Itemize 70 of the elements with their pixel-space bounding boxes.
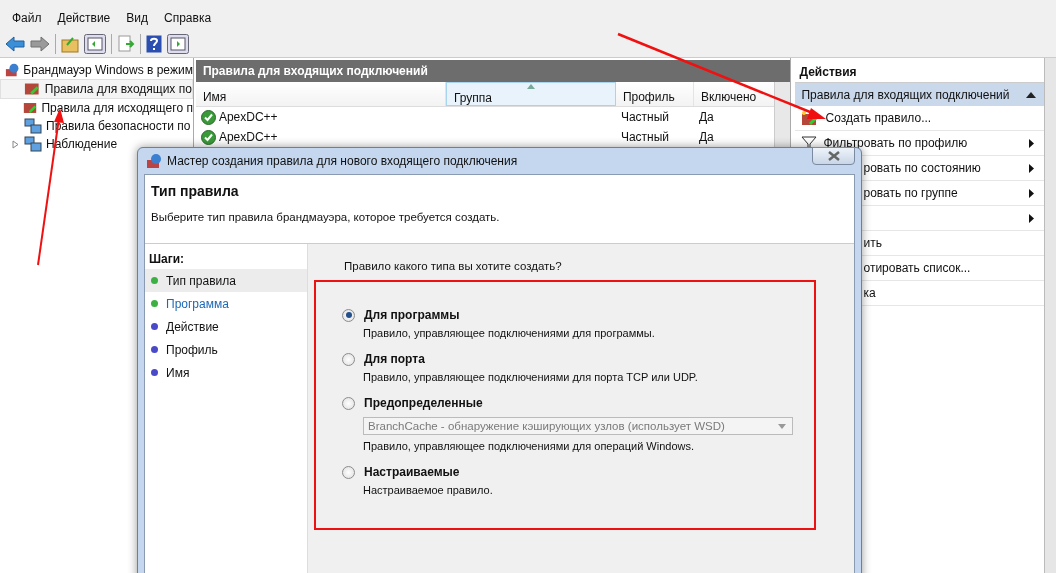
option-description: Правило, управляющее подключениями для программы. [362, 327, 656, 339]
table-cell: Да [698, 110, 714, 124]
step-label[interactable]: Профиль [166, 342, 218, 357]
check-circle-icon [200, 109, 216, 125]
menu-item[interactable]: Файл [4, 11, 50, 25]
radio-button[interactable] [342, 396, 355, 410]
brick-wall-icon [24, 81, 41, 97]
table-cell: ApexDC++ [218, 130, 278, 144]
option-label[interactable]: Для порта [364, 352, 425, 366]
action-item[interactable]: Создать правило... [825, 111, 1035, 125]
option-label[interactable]: Для программы [364, 308, 460, 322]
submenu-arrow-icon [1029, 138, 1035, 148]
steps-label: Шаги: [148, 251, 186, 268]
help-icon[interactable] [146, 34, 162, 53]
column-header[interactable]: Профиль [615, 82, 694, 106]
radio-button[interactable] [342, 308, 355, 322]
menu-item[interactable]: Вид [118, 11, 156, 25]
forward-arrow-icon[interactable] [30, 35, 50, 52]
globe-firewall-icon [5, 62, 20, 78]
table-cell: Да [698, 130, 714, 144]
radio-button[interactable] [342, 465, 355, 479]
action-item[interactable]: ровать по состоянию [863, 161, 1024, 175]
close-button[interactable] [812, 147, 855, 165]
table-cell: Частный [620, 130, 669, 144]
dialog-title: Мастер создания правила для нового входящего подключения [167, 154, 518, 168]
expand-triangle-icon[interactable] [12, 139, 20, 149]
action-item[interactable]: ить [863, 236, 1035, 250]
submenu-arrow-icon [1029, 188, 1035, 198]
dropdown-caret-icon [778, 423, 786, 429]
action-item[interactable]: отировать список... [863, 261, 1035, 275]
check-circle-icon [200, 129, 216, 145]
collapse-caret-icon [1026, 91, 1037, 98]
action-item[interactable]: Фильтровать по профилю [823, 136, 1024, 150]
tree-item[interactable]: Брандмауэр Windows в режим [23, 63, 193, 77]
section-header[interactable]: Правила для входящих подключений [795, 83, 1045, 106]
submenu-arrow-icon [1029, 163, 1035, 173]
page-heading: Тип правила [151, 183, 240, 199]
option-description: Правило, управляющее подключениями для порта TCP или UDP. [362, 371, 699, 383]
step-label[interactable]: Имя [166, 365, 190, 380]
option-label[interactable]: Настраиваемые [364, 465, 460, 479]
network-computer-icon [24, 118, 42, 134]
brick-wall-icon [22, 100, 38, 116]
submenu-arrow-icon [1029, 213, 1035, 223]
radio-button[interactable] [342, 352, 355, 366]
table-cell: Частный [620, 110, 669, 124]
export-list-icon[interactable] [117, 34, 135, 53]
globe-firewall-icon [146, 153, 162, 169]
panel-toggle-icon[interactable] [167, 33, 189, 54]
panel-toggle-icon[interactable] [84, 33, 106, 54]
action-item[interactable]: ка [863, 286, 1035, 300]
page-subtitle: Выберите тип правила брандмауэра, которое требуется создать. [151, 211, 501, 223]
column-header[interactable]: Группа [445, 82, 616, 106]
action-item[interactable]: ровать по группе [863, 186, 1024, 200]
pane-title: Правила для входящих подключений [195, 60, 791, 82]
close-icon [827, 151, 840, 161]
tree-item[interactable]: Правила для исходящего п [41, 101, 193, 115]
menu-item[interactable]: Действие [49, 11, 119, 25]
step-label[interactable]: Действие [166, 319, 219, 334]
network-computer-icon [24, 136, 42, 152]
question-text: Правило какого типа вы хотите создать? [343, 260, 563, 272]
option-label[interactable]: Предопределенные [364, 396, 483, 410]
back-arrow-icon[interactable] [5, 35, 25, 52]
option-description: Настраиваемое правило. [362, 484, 494, 496]
scrollbar[interactable] [1044, 58, 1056, 573]
sort-caret-icon [526, 84, 535, 89]
table-cell: ApexDC++ [218, 110, 278, 124]
menu-item[interactable]: Справка [156, 11, 220, 25]
option-description: Правило, управляющее подключениями для операций Windows. [362, 440, 696, 452]
step-link[interactable]: Программа [166, 296, 229, 311]
column-header[interactable]: Имя [195, 82, 446, 106]
